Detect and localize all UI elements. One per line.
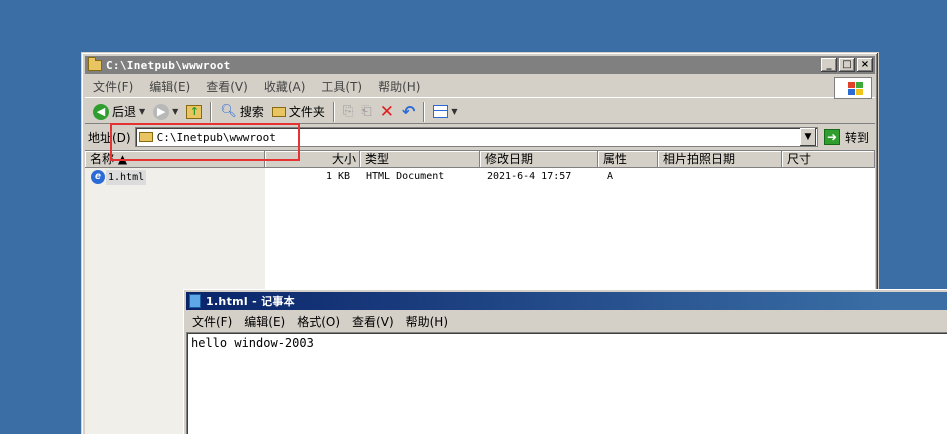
file-type: HTML Document — [366, 171, 445, 182]
views-icon — [433, 105, 449, 118]
go-label: 转到 — [844, 130, 869, 145]
menu-tools[interactable]: 工具(T) — [313, 78, 370, 95]
views-button[interactable]: ▼ — [429, 101, 461, 123]
menu-bar: 文件(F) 编辑(E) 查看(V) 收藏(A) 工具(T) 帮助(H) — [85, 76, 875, 99]
table-row[interactable]: e 1.html 1 KB HTML Document 2021-6-4 17:… — [85, 170, 875, 186]
window-title: C:\Inetpub\wwwroot — [106, 58, 231, 72]
folders-label: 文件夹 — [288, 105, 325, 119]
menu-format[interactable]: 格式(O) — [291, 313, 346, 330]
file-modified: 2021-6-4 17:57 — [487, 171, 572, 182]
menu-view[interactable]: 查看(V) — [346, 313, 400, 330]
up-folder-icon: ↑ — [186, 104, 203, 119]
maximize-button[interactable]: □ — [839, 58, 855, 72]
menu-favorites[interactable]: 收藏(A) — [256, 78, 314, 95]
search-label: 搜索 — [239, 105, 264, 119]
toolbar-separator — [332, 101, 335, 122]
file-size: 1 KB — [326, 171, 351, 182]
notepad-title: 1.html - 记事本 — [206, 295, 295, 308]
address-dropdown-button[interactable]: ▼ — [799, 128, 816, 146]
chevron-down-icon[interactable]: ▼ — [451, 107, 457, 116]
folders-button[interactable]: 文件夹 — [268, 101, 329, 123]
minimize-button[interactable]: _ — [821, 58, 837, 72]
search-icon: 🔍︎ — [220, 104, 237, 119]
back-label: 后退 — [112, 105, 137, 119]
column-header-attributes[interactable]: 属性 — [598, 151, 658, 168]
folders-icon — [271, 106, 286, 117]
search-button[interactable]: 🔍︎ 搜索 — [216, 101, 268, 123]
folder-icon — [88, 56, 102, 71]
up-folder-button[interactable]: ↑ — [182, 101, 206, 123]
back-arrow-icon: ◀ — [93, 103, 109, 120]
delete-button[interactable]: ✕ — [376, 101, 398, 123]
explorer-titlebar[interactable]: C:\Inetpub\wwwroot _ □ × — [85, 56, 875, 74]
notepad-titlebar[interactable]: 1.html - 记事本 — [186, 292, 947, 310]
forward-button[interactable]: ▶ ▼ — [149, 101, 182, 123]
notepad-window: 1.html - 记事本 文件(F) 编辑(E) 格式(O) 查看(V) 帮助(… — [183, 289, 947, 434]
column-header-dimensions[interactable]: 尺寸 — [782, 151, 875, 168]
column-header-type[interactable]: 类型 — [360, 151, 480, 168]
notepad-menu-bar: 文件(F) 编辑(E) 格式(O) 查看(V) 帮助(H) — [186, 311, 947, 331]
highlight-box — [110, 123, 300, 161]
toolbar-separator — [210, 101, 213, 122]
notepad-text-area[interactable]: hello window-2003 — [186, 332, 947, 434]
notepad-icon — [189, 294, 201, 308]
column-header-modified[interactable]: 修改日期 — [480, 151, 598, 168]
file-name[interactable]: 1.html — [106, 170, 147, 185]
delete-x-icon: ✕ — [379, 101, 394, 122]
move-to-icon: ⎘ — [342, 104, 354, 119]
undo-icon: ↶ — [401, 102, 416, 121]
file-attributes: A — [607, 171, 614, 182]
chevron-down-icon[interactable]: ▼ — [139, 107, 145, 116]
go-button[interactable]: ➜ 转到 — [822, 129, 875, 146]
menu-help[interactable]: 帮助(H) — [370, 78, 428, 95]
menu-file[interactable]: 文件(F) — [85, 78, 141, 95]
menu-file[interactable]: 文件(F) — [186, 313, 238, 330]
toolbar: ◀ 后退 ▼ ▶ ▼ ↑ 🔍︎ 搜索 文件夹 ⎘ ⎗ ✕ ↶ ▼ — [85, 100, 875, 124]
menu-edit[interactable]: 编辑(E) — [141, 78, 198, 95]
menu-view[interactable]: 查看(V) — [198, 78, 256, 95]
copy-to-button[interactable]: ⎗ — [357, 101, 375, 123]
undo-button[interactable]: ↶ — [398, 101, 419, 123]
windows-logo-icon — [834, 77, 872, 99]
go-arrow-icon: ➜ — [823, 129, 840, 145]
column-header-photo-date[interactable]: 相片拍照日期 — [658, 151, 782, 168]
back-button[interactable]: ◀ 后退 ▼ — [89, 101, 149, 123]
chevron-down-icon[interactable]: ▼ — [172, 107, 178, 116]
menu-help[interactable]: 帮助(H) — [400, 313, 454, 330]
menu-edit[interactable]: 编辑(E) — [238, 313, 291, 330]
forward-arrow-icon: ▶ — [153, 103, 170, 120]
toolbar-separator — [423, 101, 426, 122]
move-to-button[interactable]: ⎘ — [339, 101, 357, 123]
html-file-icon: e — [91, 170, 105, 184]
close-button[interactable]: × — [857, 58, 873, 72]
copy-to-icon: ⎗ — [361, 104, 372, 119]
